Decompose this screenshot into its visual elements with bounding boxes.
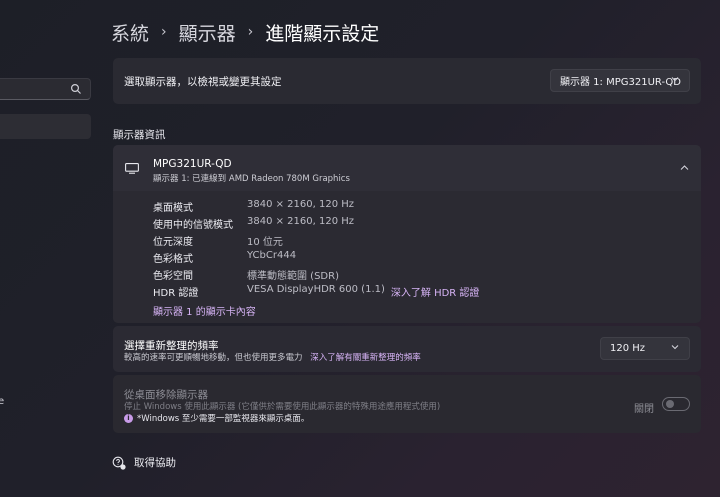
info-icon: i	[124, 413, 133, 423]
refresh-rate-desc-text: 較高的速率可更順暢地移動，但也使用更多電力	[124, 353, 303, 363]
search-icon	[70, 83, 81, 94]
breadcrumb-separator: ›	[161, 24, 167, 40]
chevron-up-icon[interactable]	[680, 164, 689, 171]
property-row: 使用中的信號模式 3840 × 2160, 120 Hz	[153, 216, 354, 233]
property-value: 標準動態範圍 (SDR)	[247, 271, 339, 282]
property-value: 3840 × 2160, 120 Hz	[247, 199, 355, 210]
property-label: HDR 認證	[153, 288, 199, 299]
property-value: 10 位元	[247, 237, 283, 248]
page-title: 進階顯示設定	[265, 22, 380, 45]
display-select-label: 選取顯示器，以檢視或變更其設定	[124, 76, 282, 88]
breadcrumb: 系統 › 顯示器 › 進階顯示設定	[111, 18, 379, 46]
breadcrumb-system[interactable]: 系統	[111, 19, 149, 46]
refresh-rate-value: 120 Hz	[610, 343, 646, 354]
breadcrumb-separator: ›	[247, 24, 254, 40]
chevron-down-icon	[671, 76, 679, 81]
monitor-name: MPG321UR-QD	[153, 158, 232, 170]
display-select-card: 選取顯示器，以檢視或變更其設定 顯示器 1: MPG321UR-QD	[113, 58, 701, 104]
property-row: HDR 認證 VESA DisplayHDR 600 (1.1) 深入了解 HD…	[153, 284, 479, 301]
toggle-state-label: 關閉	[634, 404, 654, 415]
monitor-icon	[125, 163, 139, 174]
sidebar-selected-item[interactable]	[0, 114, 91, 139]
refresh-rate-dropdown[interactable]: 120 Hz	[600, 337, 690, 360]
property-value: 3840 × 2160, 120 Hz	[247, 216, 355, 227]
property-row: 桌面模式 3840 × 2160, 120 Hz	[153, 199, 354, 216]
property-label: 色彩空間	[153, 271, 193, 282]
display-select-value: 顯示器 1: MPG321UR-QD	[560, 77, 681, 88]
property-value: VESA DisplayHDR 600 (1.1)	[247, 284, 385, 295]
remove-display-card: 從桌面移除顯示器 停止 Windows 使用此顯示器 (它僅供於需要使用此顯示器…	[113, 375, 701, 433]
refresh-rate-learn-more-link[interactable]: 深入了解有關重新整理的頻率	[310, 353, 421, 363]
property-value: YCbCr444	[247, 250, 297, 261]
remove-display-description: 停止 Windows 使用此顯示器 (它僅供於需要使用此顯示器的特殊用途應用程式…	[124, 402, 441, 412]
remove-display-note: i *Windows 至少需要一部監視器來顯示桌面。	[124, 412, 309, 424]
property-row: 位元深度 10 位元	[153, 233, 283, 250]
monitor-subtitle: 顯示器 1: 已連線到 AMD Radeon 780M Graphics	[153, 174, 350, 184]
display-info-card: MPG321UR-QD 顯示器 1: 已連線到 AMD Radeon 780M …	[113, 145, 701, 323]
sidebar-item-fragment[interactable]: e	[0, 396, 4, 407]
refresh-rate-description: 較高的速率可更順暢地移動，但也使用更多電力 深入了解有關重新整理的頻率	[124, 351, 421, 363]
property-label: 桌面模式	[153, 203, 193, 214]
property-label: 色彩格式	[153, 254, 193, 265]
display-select-dropdown[interactable]: 顯示器 1: MPG321UR-QD	[550, 69, 690, 92]
property-label: 位元深度	[153, 237, 193, 248]
property-label: 使用中的信號模式	[153, 220, 233, 231]
hdr-learn-more-link[interactable]: 深入了解 HDR 認證	[391, 284, 480, 301]
remove-display-note-text: *Windows 至少需要一部監視器來顯示桌面。	[137, 414, 310, 424]
property-row: 色彩格式 YCbCr444	[153, 250, 296, 267]
display-info-body: 桌面模式 3840 × 2160, 120 Hz 使用中的信號模式 3840 ×…	[113, 191, 701, 323]
get-help-label: 取得協助	[134, 457, 176, 469]
help-chat-icon	[112, 456, 126, 470]
display-info-header[interactable]: MPG321UR-QD 顯示器 1: 已連線到 AMD Radeon 780M …	[113, 145, 701, 191]
toggle-knob	[666, 400, 674, 408]
section-title: 顯示器資訊	[113, 129, 166, 141]
get-help-link[interactable]: 取得協助	[112, 455, 176, 470]
chevron-down-icon	[671, 344, 679, 349]
property-row: 色彩空間 標準動態範圍 (SDR)	[153, 267, 339, 284]
remove-display-toggle[interactable]	[662, 397, 690, 411]
refresh-rate-card: 選擇重新整理的頻率 較高的速率可更順暢地移動，但也使用更多電力 深入了解有關重新…	[113, 326, 701, 372]
adapter-properties-link[interactable]: 顯示器 1 的顯示卡內容	[153, 303, 256, 318]
breadcrumb-display[interactable]: 顯示器	[179, 19, 236, 46]
sidebar-search-input[interactable]	[0, 78, 91, 100]
